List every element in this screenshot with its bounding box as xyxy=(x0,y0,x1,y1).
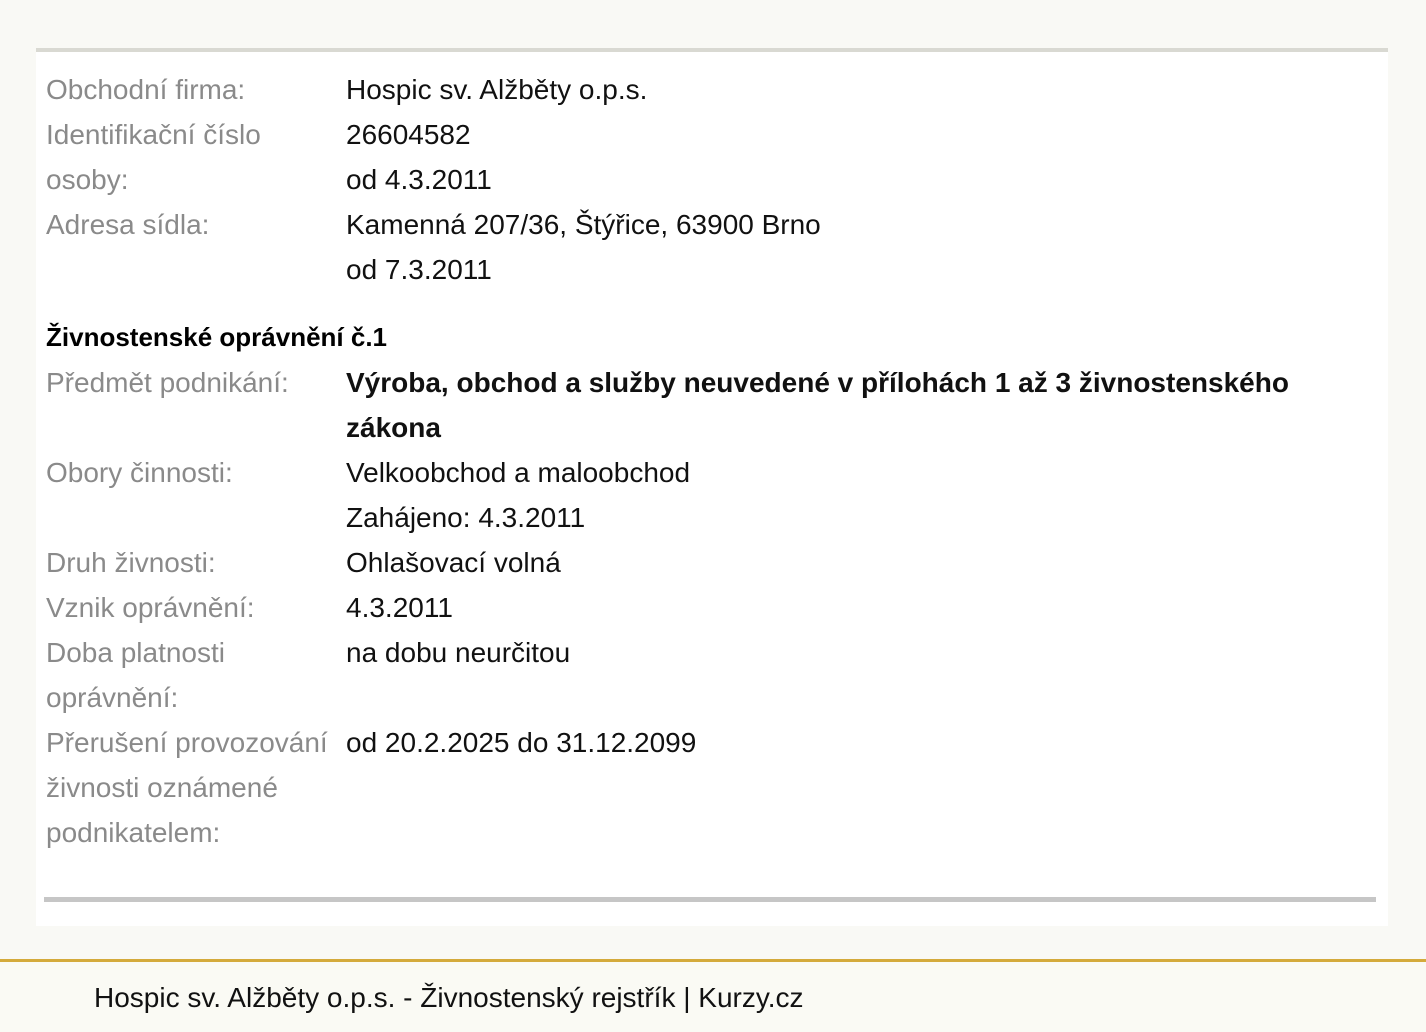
license-interruption-value-cell: od 20.2.2025 do 31.12.2099 xyxy=(346,720,1376,855)
company-name-row: Obchodní firma: Hospic sv. Alžběty o.p.s… xyxy=(46,67,1376,112)
license-fields-value-cell: Velkoobchod a maloobchod Zahájeno: 4.3.2… xyxy=(346,450,1376,540)
license-validity-value: na dobu neurčitou xyxy=(346,637,571,668)
license-interruption-row: Přerušení provozování živnosti oznámené … xyxy=(46,720,1376,855)
page-footer: Hospic sv. Alžběty o.p.s. - Živnostenský… xyxy=(0,959,1426,1032)
company-address-value: Kamenná 207/36, Štýřice, 63900 Brno xyxy=(346,209,821,240)
license-subject-row: Předmět podnikání: Výroba, obchod a služ… xyxy=(46,360,1376,450)
company-id-label: Identifikační číslo osoby: xyxy=(46,119,261,195)
license-origin-value: 4.3.2011 xyxy=(346,592,453,623)
company-id-row: Identifikační číslo osoby: 26604582 od 4… xyxy=(46,112,1376,202)
license-subject-label: Předmět podnikání: xyxy=(46,367,289,398)
license-subject-value: Výroba, obchod a služby neuvedené v příl… xyxy=(346,367,1289,443)
company-address-label: Adresa sídla: xyxy=(46,209,210,240)
company-name-value-cell: Hospic sv. Alžběty o.p.s. xyxy=(346,67,1376,112)
license-fields-started: Zahájeno: 4.3.2011 xyxy=(346,502,586,533)
license-origin-label: Vznik oprávnění: xyxy=(46,592,255,623)
license-title: Živnostenské oprávnění č.1 xyxy=(46,322,388,352)
company-address-row: Adresa sídla: Kamenná 207/36, Štýřice, 6… xyxy=(46,202,1376,292)
card-bottom-divider xyxy=(44,897,1376,902)
company-address-since: od 7.3.2011 xyxy=(346,254,492,285)
license-validity-value-cell: na dobu neurčitou xyxy=(346,630,1376,720)
license-origin-row: Vznik oprávnění: 4.3.2011 xyxy=(46,585,1376,630)
company-id-value-cell: 26604582 od 4.3.2011 xyxy=(346,112,1376,202)
license-interruption-label: Přerušení provozování živnosti oznámené … xyxy=(46,727,328,848)
company-id-value: 26604582 xyxy=(346,119,471,150)
license-type-row: Druh živnosti: Ohlašovací volná xyxy=(46,540,1376,585)
license-type-value-cell: Ohlašovací volná xyxy=(346,540,1376,585)
license-fields-label: Obory činnosti: xyxy=(46,457,233,488)
company-address-value-cell: Kamenná 207/36, Štýřice, 63900 Brno od 7… xyxy=(346,202,1376,292)
license-subject-value-cell: Výroba, obchod a služby neuvedené v příl… xyxy=(346,360,1376,450)
business-register-card: Obchodní firma: Hospic sv. Alžběty o.p.s… xyxy=(36,48,1388,926)
license-fields-row: Obory činnosti: Velkoobchod a maloobchod… xyxy=(46,450,1376,540)
license-type-label: Druh živnosti: xyxy=(46,547,216,578)
company-name-value: Hospic sv. Alžběty o.p.s. xyxy=(346,74,648,105)
license-interruption-value: od 20.2.2025 do 31.12.2099 xyxy=(346,727,697,758)
footer-text: Hospic sv. Alžběty o.p.s. - Živnostenský… xyxy=(94,982,804,1013)
license-validity-row: Doba platnosti oprávnění: na dobu neurči… xyxy=(46,630,1376,720)
license-origin-value-cell: 4.3.2011 xyxy=(346,585,1376,630)
license-type-value: Ohlašovací volná xyxy=(346,547,561,578)
license-validity-label: Doba platnosti oprávnění: xyxy=(46,637,226,713)
license-fields-value: Velkoobchod a maloobchod xyxy=(346,457,691,488)
company-name-label: Obchodní firma: xyxy=(46,74,246,105)
register-details: Obchodní firma: Hospic sv. Alžběty o.p.s… xyxy=(46,67,1376,855)
company-id-since: od 4.3.2011 xyxy=(346,164,492,195)
